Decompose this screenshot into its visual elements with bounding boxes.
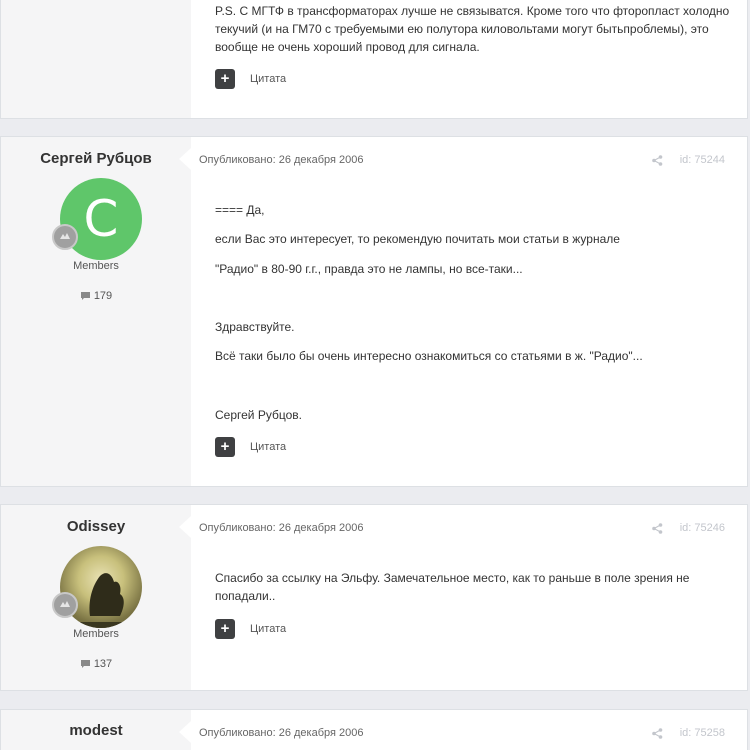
post-id[interactable]: id: 75244 [680, 154, 725, 166]
post-text-line: попадали.. [215, 589, 276, 603]
quote-action[interactable]: + Цитата [215, 437, 286, 457]
post-count: 137 [1, 658, 191, 670]
author-name[interactable]: modest [1, 722, 191, 739]
forum-post: Odissey Members 137 Опубликовано: 26 дек… [0, 504, 748, 691]
forum-page: P.S. С МГТФ в трансформаторах лучше не с… [0, 0, 750, 750]
quote-button-label[interactable]: Цитата [250, 441, 286, 453]
post-id[interactable]: id: 75258 [680, 727, 725, 739]
forum-post-previous: P.S. С МГТФ в трансформаторах лучше не с… [0, 0, 748, 119]
post-author-panel: Сергей Рубцов С Members 179 [1, 137, 191, 486]
comment-icon [80, 660, 90, 668]
post-author-panel [1, 0, 191, 118]
post-text-line: Здравствуйте. [215, 320, 295, 334]
post-text-line: текучий (и на ГМ70 с требуемыми ею полут… [215, 22, 709, 36]
post-arrow [179, 721, 191, 743]
member-group: Members [73, 628, 119, 640]
plus-icon[interactable]: + [215, 69, 235, 89]
quote-button-label[interactable]: Цитата [250, 73, 286, 85]
rank-badge-icon [52, 224, 78, 250]
post-arrow [179, 148, 191, 170]
post-body: Опубликовано: 26 декабря 2006 id: 75258 [179, 710, 747, 750]
quote-action[interactable]: + Цитата [215, 619, 286, 639]
comment-icon [80, 292, 90, 300]
author-name[interactable]: Сергей Рубцов [1, 150, 191, 167]
post-author-panel: Odissey Members 137 [1, 505, 191, 690]
plus-icon[interactable]: + [215, 619, 235, 639]
post-text-line: ==== Да, [215, 203, 265, 217]
post-arrow [179, 516, 191, 538]
forum-post: Сергей Рубцов С Members 179 Опубликовано… [0, 136, 748, 487]
share-icon[interactable] [652, 155, 663, 166]
post-count: 179 [1, 290, 191, 302]
quote-button-label[interactable]: Цитата [250, 623, 286, 635]
post-date[interactable]: Опубликовано: 26 декабря 2006 [199, 154, 363, 166]
post-count-value: 179 [93, 290, 113, 302]
post-body: P.S. С МГТФ в трансформаторах лучше не с… [191, 0, 747, 118]
share-icon[interactable] [652, 728, 663, 739]
post-body: Опубликовано: 26 декабря 2006 id: 75244 … [179, 137, 747, 486]
plus-icon[interactable]: + [215, 437, 235, 457]
post-text-line: вообще не очень хороший провод для сигна… [215, 40, 480, 54]
post-date[interactable]: Опубликовано: 26 декабря 2006 [199, 522, 363, 534]
post-text-line: Спасибо за ссылку на Эльфу. Замечательно… [215, 571, 690, 585]
member-group: Members [73, 260, 119, 272]
post-text-line: Всё таки было бы очень интересно ознаком… [215, 349, 643, 363]
post-date[interactable]: Опубликовано: 26 декабря 2006 [199, 727, 363, 739]
quote-action[interactable]: + Цитата [215, 69, 286, 89]
post-text-line: "Радио" в 80-90 г.г., правда это не ламп… [215, 262, 523, 276]
post-text-line: если Вас это интересует, то рекомендую п… [215, 232, 620, 246]
post-id[interactable]: id: 75246 [680, 522, 725, 534]
rank-badge-icon [52, 592, 78, 618]
forum-post: modest Опубликовано: 26 декабря 2006 id:… [0, 709, 748, 750]
post-text-line: P.S. С МГТФ в трансформаторах лучше не с… [215, 4, 730, 18]
author-name[interactable]: Odissey [1, 518, 191, 535]
post-author-panel: modest [1, 710, 191, 750]
share-icon[interactable] [652, 523, 663, 534]
post-body: Опубликовано: 26 декабря 2006 id: 75246 … [179, 505, 747, 690]
post-count-value: 137 [93, 658, 113, 670]
post-text-line: Сергей Рубцов. [215, 408, 302, 422]
